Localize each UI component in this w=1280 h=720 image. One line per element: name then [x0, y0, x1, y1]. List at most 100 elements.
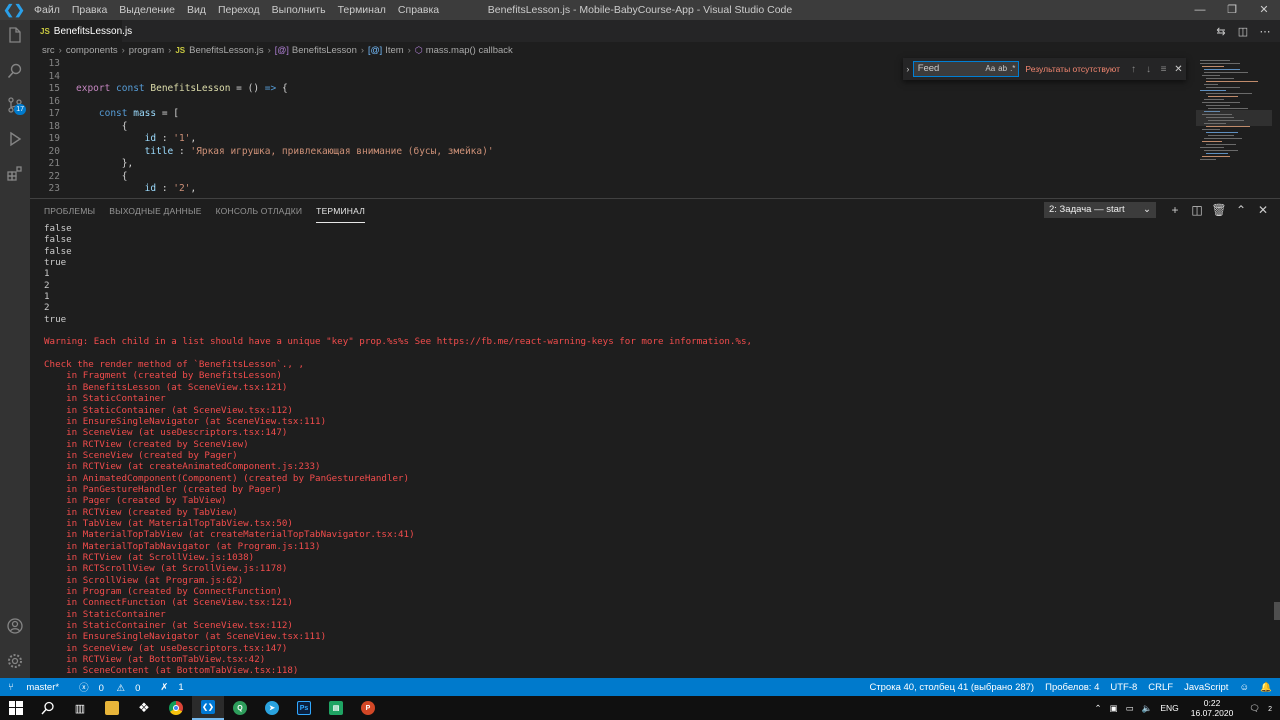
previous-match-icon[interactable]: ↑	[1126, 64, 1141, 75]
terminal-output[interactable]: false false false true 1 2 1 2 true Warning: Each…	[44, 223, 1264, 679]
breadcrumb: src › components › program › JS Benefits…	[30, 42, 1280, 58]
notifications-bell-icon[interactable]: 🔔	[1260, 682, 1272, 693]
menu-terminal[interactable]: Терминал	[332, 0, 392, 20]
encoding[interactable]: UTF-8	[1110, 682, 1137, 693]
code-token: mass	[133, 108, 157, 119]
chevron-right-icon: ›	[121, 44, 125, 56]
input-language[interactable]: ENG	[1160, 703, 1178, 713]
breadcrumb-file[interactable]: BenefitsLesson.js	[189, 45, 263, 56]
minimize-icon[interactable]: —	[1184, 0, 1216, 20]
close-find-icon[interactable]: ✕	[1171, 64, 1186, 75]
photoshop-icon[interactable]: Ps	[288, 696, 320, 720]
split-editor-icon[interactable]: ◫	[1232, 25, 1254, 38]
presentation-icon[interactable]: P	[352, 696, 384, 720]
branch-status[interactable]: ⑂ master*	[8, 682, 69, 693]
minimap[interactable]	[1196, 58, 1266, 198]
find-input[interactable]: Feed Aa ab .*	[912, 61, 1020, 77]
file-explorer-icon[interactable]	[96, 696, 128, 720]
terminal-error-line: in TabView (at MaterialTopTabView.tsx:50…	[44, 517, 293, 529]
tab-terminal[interactable]: ТЕРМИНАЛ	[316, 199, 365, 223]
tab-benefitslesson[interactable]: JS BenefitsLesson.js	[30, 20, 132, 42]
feedback-icon[interactable]: ☺	[1239, 682, 1249, 693]
network-icon[interactable]: ▭	[1126, 703, 1134, 714]
explorer-icon[interactable]	[0, 20, 30, 50]
line-number: 17	[48, 108, 60, 119]
menu-view[interactable]: Вид	[181, 0, 212, 20]
breadcrumb-symbol[interactable]: BenefitsLesson	[292, 45, 357, 56]
language-mode[interactable]: JavaScript	[1184, 682, 1228, 693]
indentation[interactable]: Пробелов: 4	[1045, 682, 1099, 693]
close-panel-icon[interactable]: ✕	[1252, 203, 1274, 217]
notification-center[interactable]: 🗨 2	[1245, 703, 1276, 714]
breadcrumb-program[interactable]: program	[129, 45, 164, 56]
maximize-panel-icon[interactable]: ⌃	[1230, 203, 1252, 217]
menu-selection[interactable]: Выделение	[113, 0, 181, 20]
more-actions-icon[interactable]: ⋯	[1254, 25, 1276, 38]
telegram-icon[interactable]: ➤	[256, 696, 288, 720]
close-window-icon[interactable]: ✕	[1248, 0, 1280, 20]
kill-terminal-icon[interactable]: 🗑	[1208, 203, 1230, 217]
split-terminal-icon[interactable]: ◫	[1186, 203, 1208, 217]
menu-run[interactable]: Выполнить	[266, 0, 332, 20]
tab-output[interactable]: ВЫХОДНЫЕ ДАННЫЕ	[109, 199, 201, 223]
taskbar-search-icon[interactable]	[32, 696, 64, 720]
menu-help[interactable]: Справка	[392, 0, 445, 20]
toggle-replace-chevron-icon[interactable]: ›	[903, 64, 913, 74]
tray-chevron-icon[interactable]: ⌃	[1095, 703, 1102, 714]
menu-edit[interactable]: Правка	[66, 0, 113, 20]
line-number: 23	[48, 183, 60, 194]
code-token: 'Яркая игрушка, привлекающая внимание (б…	[190, 145, 494, 157]
problems-status[interactable]: ⓧ 0 ⚠ 0	[79, 680, 150, 694]
search-icon[interactable]	[0, 56, 30, 86]
account-icon[interactable]	[0, 611, 30, 641]
notification-count: 2	[1268, 705, 1272, 713]
tab-debug-console[interactable]: КОНСОЛЬ ОТЛАДКИ	[216, 199, 303, 223]
task-view-icon[interactable]: ▥	[64, 696, 96, 720]
volume-icon[interactable]: 🔈	[1142, 703, 1153, 714]
menu-go[interactable]: Переход	[212, 0, 266, 20]
ports-status[interactable]: ✗ 1	[160, 682, 193, 693]
breadcrumb-item[interactable]: Item	[385, 45, 403, 56]
whole-word-toggle[interactable]: ab	[998, 62, 1007, 76]
minimap-line	[1204, 138, 1242, 139]
minimap-line	[1200, 147, 1224, 148]
match-case-toggle[interactable]: Aa	[985, 62, 995, 76]
source-control-icon[interactable]: 17	[0, 90, 30, 120]
tray-app-icon[interactable]: ▣	[1110, 703, 1118, 714]
chrome-icon[interactable]	[160, 696, 192, 720]
terminal-error-line: in StaticContainer (at SceneView.tsx:112…	[44, 404, 293, 416]
line-number: 19	[48, 133, 60, 144]
find-in-selection-icon[interactable]: ≡	[1156, 64, 1171, 75]
dropbox-icon[interactable]: ❖	[128, 696, 160, 720]
tab-problems[interactable]: ПРОБЛЕМЫ	[44, 199, 95, 223]
new-terminal-icon[interactable]: +	[1164, 203, 1186, 217]
find-result-text: Результаты отсутствуют	[1025, 64, 1120, 74]
next-match-icon[interactable]: ↓	[1141, 64, 1156, 75]
manage-gear-icon[interactable]	[0, 646, 30, 676]
run-debug-icon[interactable]	[0, 124, 30, 154]
cursor-position[interactable]: Строка 40, столбец 41 (выбрано 287)	[869, 682, 1034, 693]
windows-start-icon[interactable]	[0, 696, 32, 720]
end-of-line[interactable]: CRLF	[1148, 682, 1173, 693]
breadcrumb-components[interactable]: components	[66, 45, 118, 56]
terminal-select[interactable]: 2: Задача — start ⌄	[1044, 202, 1156, 218]
menu-file[interactable]: Файл	[28, 0, 66, 20]
terminal-scrollbar[interactable]	[1274, 602, 1280, 620]
compare-icon[interactable]: ⇆	[1210, 25, 1232, 38]
minimap-slider[interactable]	[1196, 110, 1272, 126]
regex-toggle[interactable]: .*	[1010, 62, 1015, 76]
clock[interactable]: 0:22 16.07.2020	[1191, 698, 1234, 718]
code-token: '2'	[173, 183, 191, 194]
breadcrumb-callback[interactable]: mass.map() callback	[426, 45, 513, 56]
maximize-icon[interactable]: ❐	[1216, 0, 1248, 20]
vscode-taskbar-icon[interactable]: ❮❯	[192, 696, 224, 720]
sheets-icon[interactable]: ▤	[320, 696, 352, 720]
panel-tabs: ПРОБЛЕМЫ ВЫХОДНЫЕ ДАННЫЕ КОНСОЛЬ ОТЛАДКИ…	[44, 199, 379, 223]
app-green-icon[interactable]: Q	[224, 696, 256, 720]
breadcrumb-src[interactable]: src	[42, 45, 55, 56]
extensions-icon[interactable]	[0, 158, 30, 188]
terminal-select-value: 2: Задача — start	[1049, 204, 1125, 215]
minimap-line	[1206, 153, 1228, 154]
